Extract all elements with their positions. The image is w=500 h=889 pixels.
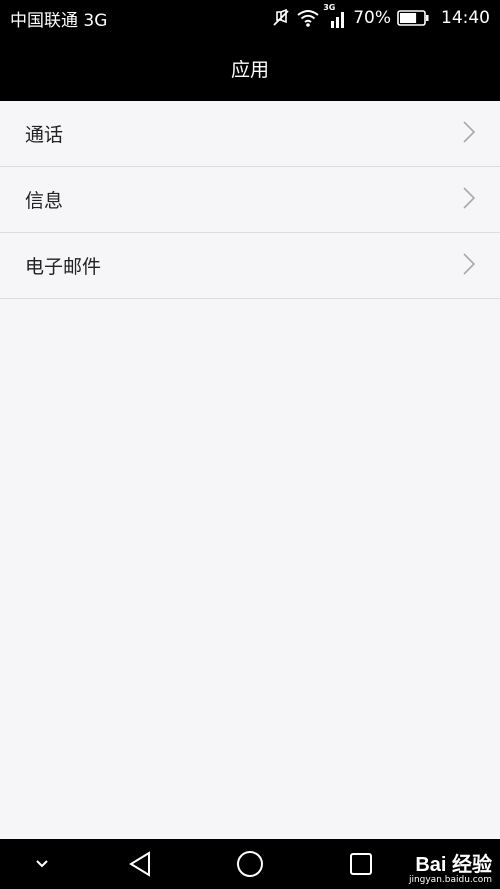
home-icon[interactable] xyxy=(236,850,264,878)
page-title: 应用 xyxy=(230,59,269,81)
navigation-bar: Bai 经验 jingyan.baidu.com xyxy=(0,839,500,889)
settings-list: 通话 信息 电子邮件 xyxy=(0,101,500,299)
battery-percent: 70% xyxy=(353,8,391,28)
list-item-label: 通话 xyxy=(25,124,64,146)
signal-icon: 3G xyxy=(323,3,347,29)
list-item-calls[interactable]: 通话 xyxy=(0,101,500,167)
status-icons: 3G 70% 14:40 xyxy=(271,3,490,29)
chevron-right-icon xyxy=(462,186,476,214)
back-icon[interactable] xyxy=(128,851,152,877)
list-item-messages[interactable]: 信息 xyxy=(0,167,500,233)
carrier-label: 中国联通 3G xyxy=(10,10,108,31)
chevron-down-icon[interactable] xyxy=(35,859,49,869)
list-item-email[interactable]: 电子邮件 xyxy=(0,233,500,299)
mute-icon xyxy=(271,8,291,28)
watermark-url: jingyan.baidu.com xyxy=(408,875,492,885)
recents-icon[interactable] xyxy=(349,852,373,876)
network-type-label: 3G xyxy=(323,3,336,12)
wifi-icon xyxy=(297,9,319,27)
clock: 14:40 xyxy=(441,8,490,28)
watermark: Bai 经验 jingyan.baidu.com xyxy=(409,855,492,885)
chevron-right-icon xyxy=(462,252,476,280)
battery-icon xyxy=(397,10,429,26)
list-item-label: 信息 xyxy=(25,190,64,212)
watermark-brand: Bai 经验 xyxy=(415,854,492,876)
status-bar: 中国联通 3G 3G 70% 14:40 xyxy=(0,0,500,36)
chevron-right-icon xyxy=(462,120,476,148)
list-item-label: 电子邮件 xyxy=(25,256,102,278)
app-header: 应用 xyxy=(0,36,500,101)
